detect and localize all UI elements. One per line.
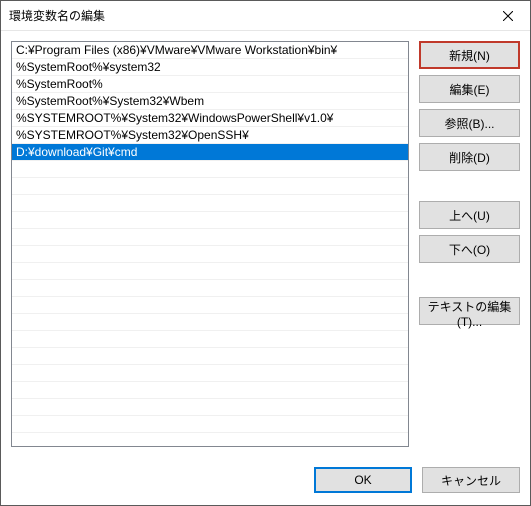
list-empty-row	[12, 314, 408, 331]
list-empty-row	[12, 365, 408, 382]
list-empty-row	[12, 246, 408, 263]
browse-button[interactable]: 参照(B)...	[419, 109, 520, 137]
new-button[interactable]: 新規(N)	[419, 41, 520, 69]
list-empty-row	[12, 195, 408, 212]
list-item[interactable]: %SYSTEMROOT%¥System32¥WindowsPowerShell¥…	[12, 110, 408, 127]
cancel-button[interactable]: キャンセル	[422, 467, 520, 493]
list-empty-row	[12, 161, 408, 178]
list-empty-row	[12, 399, 408, 416]
list-empty-row	[12, 178, 408, 195]
list-empty-row	[12, 263, 408, 280]
close-icon	[503, 11, 513, 21]
dialog-body: C:¥Program Files (x86)¥VMware¥VMware Wor…	[1, 31, 530, 457]
list-column: C:¥Program Files (x86)¥VMware¥VMware Wor…	[11, 41, 409, 457]
list-item[interactable]: %SystemRoot%¥System32¥Wbem	[12, 93, 408, 110]
list-empty-row	[12, 297, 408, 314]
dialog-footer: OK キャンセル	[1, 457, 530, 505]
list-empty-row	[12, 212, 408, 229]
dialog-window: 環境変数名の編集 C:¥Program Files (x86)¥VMware¥V…	[0, 0, 531, 506]
list-item[interactable]: %SystemRoot%¥system32	[12, 59, 408, 76]
list-item[interactable]: C:¥Program Files (x86)¥VMware¥VMware Wor…	[12, 42, 408, 59]
list-item[interactable]: %SystemRoot%	[12, 76, 408, 93]
edit-text-button[interactable]: テキストの編集(T)...	[419, 297, 520, 325]
delete-button[interactable]: 削除(D)	[419, 143, 520, 171]
list-empty-row	[12, 416, 408, 433]
button-column: 新規(N) 編集(E) 参照(B)... 削除(D) 上へ(U) 下へ(O) テ…	[419, 41, 520, 457]
list-empty-row	[12, 348, 408, 365]
window-title: 環境変数名の編集	[1, 7, 105, 24]
list-empty-row	[12, 280, 408, 297]
list-item[interactable]: %SYSTEMROOT%¥System32¥OpenSSH¥	[12, 127, 408, 144]
path-listbox[interactable]: C:¥Program Files (x86)¥VMware¥VMware Wor…	[11, 41, 409, 447]
list-empty-row	[12, 331, 408, 348]
move-up-button[interactable]: 上へ(U)	[419, 201, 520, 229]
close-button[interactable]	[485, 1, 530, 30]
list-empty-row	[12, 382, 408, 399]
list-empty-row	[12, 229, 408, 246]
list-item[interactable]: D:¥download¥Git¥cmd	[12, 144, 408, 161]
move-down-button[interactable]: 下へ(O)	[419, 235, 520, 263]
spacer	[419, 269, 520, 291]
ok-button[interactable]: OK	[314, 467, 412, 493]
spacer	[419, 177, 520, 195]
title-bar: 環境変数名の編集	[1, 1, 530, 31]
edit-button[interactable]: 編集(E)	[419, 75, 520, 103]
